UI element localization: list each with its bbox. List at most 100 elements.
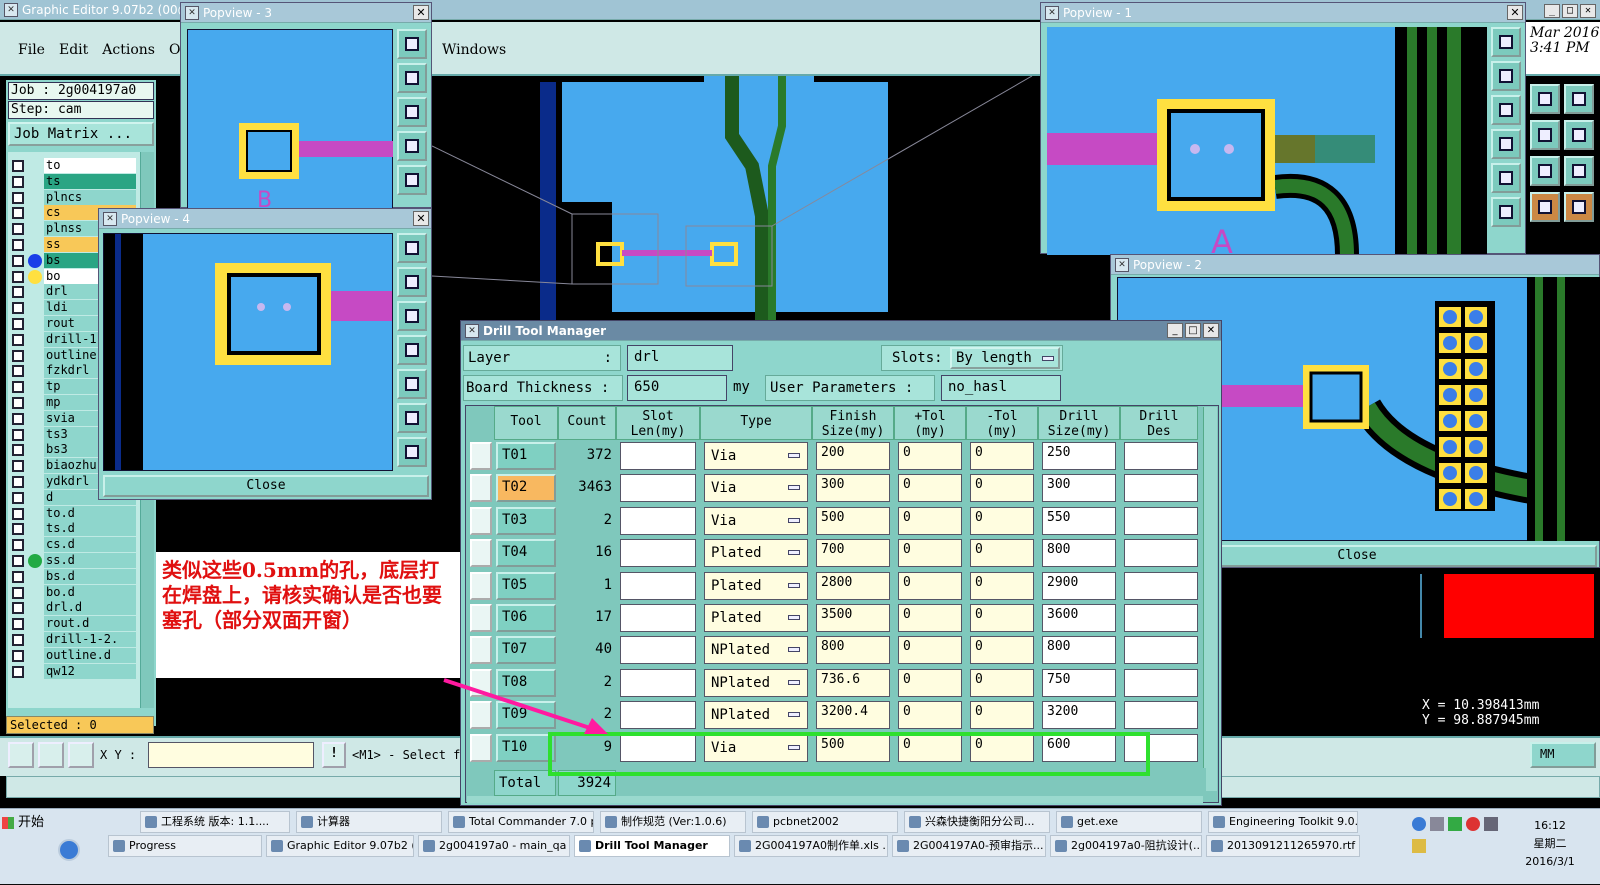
pv1-tool-5[interactable] bbox=[1491, 163, 1521, 193]
clock[interactable]: 16:12 星期二 2016/3/1 bbox=[1502, 817, 1598, 871]
drill-des-field[interactable] bbox=[1124, 668, 1198, 697]
table-hscroll[interactable] bbox=[467, 795, 1203, 803]
flag-icon[interactable] bbox=[1412, 839, 1426, 853]
plus-tol-field[interactable]: 0 bbox=[898, 474, 962, 503]
plus-tol-field[interactable]: 0 bbox=[898, 539, 962, 568]
taskbar-item[interactable]: 计算器 bbox=[296, 811, 442, 833]
pv1-tool-1[interactable] bbox=[1491, 27, 1521, 57]
layer-checkbox[interactable] bbox=[12, 207, 24, 220]
minus-tol-field[interactable]: 0 bbox=[970, 442, 1034, 470]
drill-size-field[interactable]: 300 bbox=[1042, 474, 1116, 503]
layer-checkbox[interactable] bbox=[12, 286, 24, 299]
layer-checkbox[interactable] bbox=[12, 665, 24, 678]
slot-len-field[interactable] bbox=[620, 571, 696, 600]
minus-tol-field[interactable]: 0 bbox=[970, 571, 1034, 600]
minus-tol-field[interactable]: 0 bbox=[970, 506, 1034, 535]
minimize-icon[interactable]: _ bbox=[1167, 323, 1183, 338]
drill-size-field[interactable]: 3200 bbox=[1042, 701, 1116, 730]
layer-checkbox[interactable] bbox=[12, 270, 24, 283]
taskbar-item[interactable]: Progress bbox=[108, 835, 262, 857]
minus-tol-field[interactable]: 0 bbox=[970, 474, 1034, 503]
close-icon[interactable]: ✕ bbox=[413, 211, 429, 226]
slot-len-field[interactable] bbox=[620, 636, 696, 665]
layer-checkbox[interactable] bbox=[12, 349, 24, 362]
pv1-tool-3[interactable] bbox=[1491, 95, 1521, 125]
menu-actions[interactable]: Actions bbox=[102, 42, 155, 58]
popview-4-close-button[interactable]: Close bbox=[103, 475, 429, 497]
layer-checkbox[interactable] bbox=[12, 428, 24, 441]
pv4-tool-1[interactable] bbox=[397, 233, 427, 263]
layer-checkbox[interactable] bbox=[12, 397, 24, 409]
finish-size-field[interactable]: 736.6 bbox=[816, 668, 890, 697]
plus-tol-field[interactable]: 0 bbox=[898, 506, 962, 535]
layer-checkbox[interactable] bbox=[12, 333, 24, 346]
layer-checkbox[interactable] bbox=[12, 175, 24, 188]
finish-size-field[interactable]: 800 bbox=[816, 636, 890, 665]
scale-icon[interactable] bbox=[1530, 156, 1560, 186]
layer-row-bs-d[interactable]: bs.d bbox=[10, 568, 154, 585]
layer-checkbox[interactable] bbox=[12, 444, 24, 457]
taskbar-item[interactable]: 2g004197a0-阻抗设计(... bbox=[1050, 835, 1202, 857]
pv1-tool-6[interactable] bbox=[1491, 197, 1521, 227]
drill-size-field[interactable]: 2900 bbox=[1042, 571, 1116, 600]
popview-1-canvas[interactable]: A bbox=[1047, 27, 1487, 255]
finish-size-field[interactable]: 3500 bbox=[816, 604, 890, 632]
pv4-tool-4[interactable] bbox=[397, 335, 427, 365]
taskbar-item[interactable]: Graphic Editor 9.07b2 (0... bbox=[266, 835, 414, 857]
taskbar-item[interactable]: Total Commander 7.0 p... bbox=[448, 811, 594, 833]
components-icon[interactable] bbox=[1564, 192, 1594, 222]
layer-row-to[interactable]: to bbox=[10, 158, 154, 174]
row-expand-icon[interactable] bbox=[470, 636, 492, 665]
plus-tol-field[interactable]: 0 bbox=[898, 571, 962, 600]
units-select[interactable]: MM bbox=[1530, 742, 1596, 768]
user-params-field[interactable]: no_hasl bbox=[941, 375, 1061, 401]
layer-row-ts[interactable]: ts bbox=[10, 173, 154, 190]
close-icon[interactable]: ✕ bbox=[413, 5, 429, 20]
layer-row-qw12[interactable]: qw12 bbox=[10, 663, 154, 680]
layer-checkbox[interactable] bbox=[12, 539, 24, 552]
pv3-tool-4[interactable] bbox=[397, 131, 427, 161]
layer-row-plncs[interactable]: plncs bbox=[10, 189, 154, 206]
drill-des-field[interactable] bbox=[1124, 604, 1198, 632]
layer-row-outline-d[interactable]: outline.d bbox=[10, 647, 154, 664]
finish-size-field[interactable]: 300 bbox=[816, 474, 890, 503]
drill-des-field[interactable] bbox=[1124, 506, 1198, 535]
volume-icon[interactable] bbox=[1484, 817, 1498, 831]
close-icon[interactable]: ✕ bbox=[1507, 5, 1523, 20]
layer-checkbox[interactable] bbox=[12, 602, 24, 615]
drill-size-field[interactable]: 800 bbox=[1042, 636, 1116, 665]
layer-checkbox[interactable] bbox=[12, 318, 24, 330]
job-matrix-button[interactable]: Job Matrix ... bbox=[8, 122, 154, 146]
layer-checkbox[interactable] bbox=[12, 460, 24, 473]
drill-des-field[interactable] bbox=[1124, 474, 1198, 503]
layer-row-ts-d[interactable]: ts.d bbox=[10, 521, 154, 537]
tool-icon-3[interactable] bbox=[68, 742, 94, 768]
popview-4-canvas[interactable] bbox=[103, 233, 393, 471]
pv1-tool-2[interactable] bbox=[1491, 61, 1521, 91]
slots-select[interactable]: By length bbox=[950, 347, 1060, 369]
pv4-tool-7[interactable] bbox=[397, 437, 427, 467]
row-expand-icon[interactable] bbox=[470, 571, 492, 600]
close-icon[interactable]: ✕ bbox=[1203, 323, 1219, 338]
layer-checkbox[interactable] bbox=[12, 570, 24, 583]
row-expand-icon[interactable] bbox=[470, 442, 492, 470]
minus-tol-field[interactable]: 0 bbox=[970, 604, 1034, 632]
row-expand-icon[interactable] bbox=[470, 539, 492, 568]
drill-des-field[interactable] bbox=[1124, 636, 1198, 665]
taskbar-item[interactable]: 兴森快捷衡阳分公司... bbox=[904, 811, 1050, 833]
plus-tol-field[interactable]: 0 bbox=[898, 604, 962, 632]
zoom-fit-icon[interactable] bbox=[1564, 84, 1594, 114]
xy-input[interactable] bbox=[148, 742, 314, 768]
slot-len-field[interactable] bbox=[620, 668, 696, 697]
slot-len-field[interactable] bbox=[620, 701, 696, 730]
slot-len-field[interactable] bbox=[620, 442, 696, 470]
layer-checkbox[interactable] bbox=[12, 223, 24, 236]
plus-tol-field[interactable]: 0 bbox=[898, 701, 962, 730]
finish-size-field[interactable]: 700 bbox=[816, 539, 890, 568]
taskbar-item[interactable]: Engineering Toolkit 9.0... bbox=[1208, 811, 1358, 833]
layer-row-to-d[interactable]: to.d bbox=[10, 505, 154, 522]
pv4-tool-2[interactable] bbox=[397, 267, 427, 297]
finish-size-field[interactable]: 200 bbox=[816, 442, 890, 470]
layer-checkbox[interactable] bbox=[12, 412, 24, 425]
minus-tol-field[interactable]: 0 bbox=[970, 668, 1034, 697]
